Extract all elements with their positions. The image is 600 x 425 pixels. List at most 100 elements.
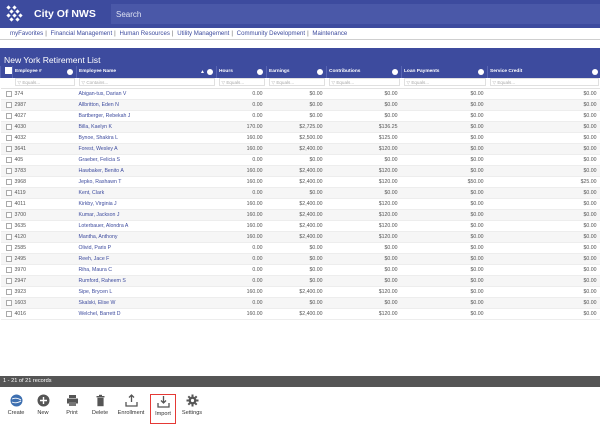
row-select-cell[interactable] [0, 132, 13, 144]
create-button[interactable]: Create [3, 394, 29, 424]
cell-employee-name[interactable]: Rumford, Raheem S [76, 275, 217, 287]
row-select-cell[interactable] [0, 253, 13, 265]
cell-employee-name[interactable]: Kirkby, Virginia J [76, 198, 217, 210]
row-select-cell[interactable] [0, 286, 13, 298]
filter-service-credit[interactable]: ▽ Equals... [489, 78, 599, 86]
row-checkbox[interactable] [5, 233, 12, 240]
column-header-hours[interactable]: Hours [216, 66, 267, 78]
row-checkbox[interactable] [5, 123, 12, 130]
filter-employee-number[interactable]: ▽ Equals... [14, 78, 75, 86]
cell-employee-name[interactable]: Skalski, Elise W [76, 297, 217, 309]
row-select-cell[interactable] [0, 231, 13, 243]
row-checkbox[interactable] [5, 277, 12, 284]
menu-item-human-resources[interactable]: Human Resources [119, 30, 169, 37]
row-checkbox[interactable] [5, 178, 12, 185]
table-row[interactable]: 3923 Sipe, Brycen L 160.00 $2,400.00 $120.00… [0, 286, 600, 298]
cell-employee-name[interactable]: Bartberger, Rebekah J [76, 110, 217, 122]
row-select-cell[interactable] [0, 143, 13, 155]
row-checkbox[interactable] [5, 167, 12, 174]
row-select-cell[interactable] [0, 99, 13, 111]
row-select-cell[interactable] [0, 154, 13, 166]
row-checkbox[interactable] [5, 310, 12, 317]
column-menu-icon[interactable] [257, 69, 263, 75]
sort-ascending-icon[interactable]: ▲ [200, 66, 205, 78]
row-checkbox[interactable] [5, 145, 12, 152]
cell-employee-name[interactable]: Welchel, Barrett D [76, 308, 217, 320]
settings-button[interactable]: Settings [178, 394, 206, 424]
row-checkbox[interactable] [5, 101, 12, 108]
table-row[interactable]: 4027 Bartberger, Rebekah J 0.00 $0.00 $0.00 $… [0, 110, 600, 122]
cell-employee-name[interactable]: Graeber, Felicia S [76, 154, 217, 166]
cell-employee-name[interactable]: Sipe, Brycen L [76, 286, 217, 298]
table-row[interactable]: 2987 Allbritton, Eden N 0.00 $0.00 $0.00 $0.0… [0, 99, 600, 111]
row-select-cell[interactable] [0, 121, 13, 133]
column-menu-icon[interactable] [591, 69, 598, 75]
row-select-cell[interactable] [0, 264, 13, 276]
filter-hours[interactable]: ▽ Equals... [218, 78, 265, 86]
row-checkbox[interactable] [5, 112, 12, 119]
filter-employee-name[interactable]: ▽ Contains... [78, 78, 215, 86]
row-select-cell[interactable] [0, 209, 13, 221]
menu-item-financial-management[interactable]: Financial Management [50, 30, 112, 37]
table-row[interactable]: 4119 Kent, Clark 0.00 $0.00 $0.00 $0.00 $0.00 [0, 187, 600, 199]
cell-employee-name[interactable]: Abigan-tus, Darian V [76, 88, 217, 100]
table-row[interactable]: 2947 Rumford, Raheem S 0.00 $0.00 $0.00 $0.00… [0, 275, 600, 287]
table-row[interactable]: 2585 Olivid, Paris P 0.00 $0.00 $0.00 $0.00 $0… [0, 242, 600, 254]
filter-loan-payments[interactable]: ▽ Equals... [403, 78, 486, 86]
column-menu-icon[interactable] [317, 69, 323, 75]
row-select-cell[interactable] [0, 297, 13, 309]
select-all-checkbox[interactable] [0, 66, 13, 78]
checkbox-icon[interactable] [5, 67, 12, 75]
row-select-cell[interactable] [0, 88, 13, 100]
column-header-earnings[interactable]: Earnings [266, 66, 327, 78]
table-row[interactable]: 3783 Hawbaker, Benito A 160.00 $2,400.00 $12… [0, 165, 600, 177]
row-checkbox[interactable] [5, 255, 12, 262]
menu-item-myfavorites[interactable]: myFavorites [10, 30, 43, 37]
cell-employee-name[interactable]: Hawbaker, Benito A [76, 165, 217, 177]
column-header-employee-number[interactable]: Employee # [12, 66, 77, 78]
cell-employee-name[interactable]: Reeh, Jace F [76, 253, 217, 265]
table-row[interactable]: 3970 Riha, Maura C 0.00 $0.00 $0.00 $0.00 $0.0… [0, 264, 600, 276]
enrollment-button[interactable]: Enrollment [114, 394, 148, 424]
row-checkbox[interactable] [5, 299, 12, 306]
column-header-loan-payments[interactable]: Loan Payments [401, 66, 488, 78]
menu-item-utility-management[interactable]: Utility Management [177, 30, 229, 37]
delete-button[interactable]: Delete [87, 394, 113, 424]
cell-employee-name[interactable]: Olivid, Paris P [76, 242, 217, 254]
row-checkbox[interactable] [5, 200, 12, 207]
search-input[interactable]: Search [111, 4, 600, 24]
city-logo-icon[interactable] [4, 4, 28, 24]
cell-employee-name[interactable]: Jepko, Rashawn T [76, 176, 217, 188]
cell-employee-name[interactable]: Allbritton, Eden N [76, 99, 217, 111]
table-row[interactable]: 4016 Welchel, Barrett D 160.00 $2,400.00 $12… [0, 308, 600, 320]
row-select-cell[interactable] [0, 308, 13, 320]
row-select-cell[interactable] [0, 110, 13, 122]
table-row[interactable]: 3968 Jepko, Rashawn T 160.00 $2,400.00 $120.… [0, 176, 600, 188]
filter-contributions[interactable]: ▽ Equals... [328, 78, 400, 86]
row-checkbox[interactable] [5, 222, 12, 229]
row-select-cell[interactable] [0, 198, 13, 210]
table-row[interactable]: 3635 Loterbauer, Alondra A 160.00 $2,400.00… [0, 220, 600, 232]
row-checkbox[interactable] [5, 134, 12, 141]
cell-employee-name[interactable]: Loterbauer, Alondra A [76, 220, 217, 232]
cell-employee-name[interactable]: Kumar, Jackson J [76, 209, 217, 221]
column-menu-icon[interactable] [207, 69, 213, 75]
column-menu-icon[interactable] [67, 69, 73, 75]
row-checkbox[interactable] [5, 90, 12, 97]
table-row[interactable]: 3641 Forest, Wesley A 160.00 $2,400.00 $120.… [0, 143, 600, 155]
cell-employee-name[interactable]: Riha, Maura C [76, 264, 217, 276]
import-button[interactable]: Import [150, 394, 176, 424]
column-menu-icon[interactable] [478, 69, 484, 75]
row-checkbox[interactable] [5, 211, 12, 218]
menu-item-community-development[interactable]: Community Development [237, 30, 305, 37]
row-checkbox[interactable] [5, 156, 12, 163]
row-select-cell[interactable] [0, 187, 13, 199]
column-header-service-credit[interactable]: Service Credit [487, 66, 600, 78]
table-row[interactable]: 405 Graeber, Felicia S 0.00 $0.00 $0.00 $0.00… [0, 154, 600, 166]
row-checkbox[interactable] [5, 244, 12, 251]
table-row[interactable]: 374 Abigan-tus, Darian V 0.00 $0.00 $0.00 $0.… [0, 88, 600, 100]
new-button[interactable]: New [31, 394, 55, 424]
table-row[interactable]: 4120 Mantha, Anthony 160.00 $2,400.00 $120.0… [0, 231, 600, 243]
cell-employee-name[interactable]: Mantha, Anthony [76, 231, 217, 243]
column-menu-icon[interactable] [392, 69, 398, 75]
